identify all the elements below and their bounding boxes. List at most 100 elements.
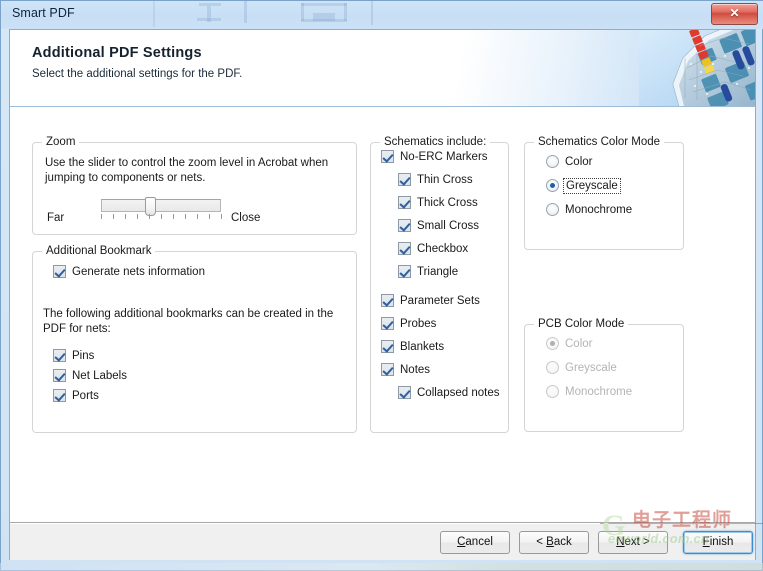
radio-schematics-monochrome[interactable]: Monochrome [546, 203, 632, 216]
bookmark-group-title: Additional Bookmark [42, 245, 156, 257]
checkbox-label: Collapsed notes [417, 386, 500, 399]
accelerator-char: B [546, 536, 554, 548]
checkbox-icon[interactable] [381, 150, 394, 163]
desktop-artifact [197, 18, 221, 21]
checkbox-icon[interactable] [53, 349, 66, 362]
zoom-slider[interactable]: Far Close [43, 197, 343, 229]
radio-icon[interactable] [546, 203, 559, 216]
checkbox-label: Pins [72, 349, 95, 362]
checkbox-icon[interactable] [53, 369, 66, 382]
pcb-color-mode-group: PCB Color Mode Color Greyscale Monochrome [524, 318, 684, 432]
radio-label: Greyscale [565, 361, 617, 374]
radio-pcb-greyscale: Greyscale [546, 361, 617, 374]
checkbox-net-labels[interactable]: Net Labels [53, 369, 127, 382]
checkbox-ports[interactable]: Ports [53, 389, 99, 402]
checkbox-icon[interactable] [381, 294, 394, 307]
checkbox-icon[interactable] [398, 242, 411, 255]
radio-label: Monochrome [565, 385, 633, 398]
back-button[interactable]: < Back [519, 531, 589, 554]
radio-icon[interactable] [546, 155, 559, 168]
finish-button[interactable]: Finish [683, 531, 753, 554]
checkbox-label: Small Cross [417, 219, 479, 232]
checkbox-label: Thin Cross [417, 173, 473, 186]
dialog-window: Smart PDF Additional PDF Settings Select… [0, 0, 763, 571]
slider-tick [149, 214, 150, 219]
radio-schematics-color[interactable]: Color [546, 155, 592, 168]
checkbox-icon[interactable] [381, 363, 394, 376]
checkbox-collapsed-notes[interactable]: Collapsed notes [398, 386, 499, 399]
checkbox-label: Parameter Sets [400, 294, 480, 307]
checkbox-label: Checkbox [417, 242, 469, 255]
window-title: Smart PDF [12, 6, 75, 20]
slider-tick [185, 214, 186, 219]
checkbox-icon[interactable] [398, 173, 411, 186]
checkbox-probes[interactable]: Probes [381, 317, 436, 330]
radio-icon [546, 361, 559, 374]
radio-label: Color [565, 337, 593, 350]
next-button[interactable]: Next > [598, 531, 668, 554]
checkbox-label: Probes [400, 317, 437, 330]
radio-icon[interactable] [546, 179, 559, 192]
close-icon[interactable] [711, 3, 758, 25]
slider-track[interactable] [101, 199, 221, 212]
schematics-include-group: Schematics include: No-ERC Markers Thin C… [370, 136, 509, 433]
slider-tick [113, 214, 114, 219]
checkbox-label: Blankets [400, 340, 445, 353]
desktop-bleed-strip [0, 563, 763, 571]
cancel-button[interactable]: Cancel [440, 531, 510, 554]
slider-tick [221, 214, 222, 219]
schematics-color-group-title: Schematics Color Mode [534, 136, 665, 148]
dialog-client-area: Additional PDF Settings Select the addit… [9, 29, 756, 560]
schematics-group-title: Schematics include: [380, 136, 491, 148]
zoom-group-title: Zoom [42, 136, 80, 148]
checkbox-icon[interactable] [398, 196, 411, 209]
checkbox-label: Net Labels [72, 369, 127, 382]
accelerator-char: F [702, 536, 710, 548]
desktop-artifact [153, 1, 155, 27]
checkbox-blankets[interactable]: Blankets [381, 340, 444, 353]
radio-pcb-color: Color [546, 337, 592, 350]
checkbox-label: Thick Cross [417, 196, 478, 209]
slider-ticks [101, 214, 222, 220]
checkbox-icon[interactable] [398, 219, 411, 232]
desktop-artifact [371, 1, 373, 25]
page-title: Additional PDF Settings [32, 45, 202, 61]
settings-body: Zoom Use the slider to control the zoom … [10, 107, 755, 521]
slider-tick [209, 214, 210, 219]
header-banner: Additional PDF Settings Select the addit… [10, 30, 755, 107]
checkbox-parameter-sets[interactable]: Parameter Sets [381, 294, 480, 307]
radio-icon [546, 385, 559, 398]
slider-tick [101, 214, 102, 219]
checkbox-thin-cross[interactable]: Thin Cross [398, 173, 473, 186]
slider-tick [125, 214, 126, 219]
accelerator-char: C [457, 536, 466, 548]
checkbox-icon[interactable] [381, 317, 394, 330]
checkbox-icon[interactable] [53, 389, 66, 402]
slider-close-label: Close [231, 212, 261, 224]
radio-label: Monochrome [565, 203, 633, 216]
desktop-artifact [301, 3, 347, 6]
slider-tick [161, 214, 162, 219]
radio-label: Color [565, 155, 593, 168]
desktop-artifact [244, 1, 247, 23]
checkbox-icon[interactable] [381, 340, 394, 353]
checkbox-icon[interactable] [398, 386, 411, 399]
pcb-board-image [639, 30, 755, 106]
checkbox-pins[interactable]: Pins [53, 349, 94, 362]
checkbox-triangle[interactable]: Triangle [398, 265, 458, 278]
checkbox-label: Notes [400, 363, 431, 376]
checkbox-small-cross[interactable]: Small Cross [398, 219, 479, 232]
checkbox-no-erc-markers[interactable]: No-ERC Markers [381, 150, 488, 163]
checkbox-thick-cross[interactable]: Thick Cross [398, 196, 478, 209]
slider-far-label: Far [47, 212, 65, 224]
checkbox-icon[interactable] [398, 265, 411, 278]
title-bar: Smart PDF [1, 1, 763, 29]
checkbox-generate-nets-information[interactable]: Generate nets information [53, 265, 205, 278]
zoom-group: Zoom Use the slider to control the zoom … [32, 136, 357, 235]
checkbox-checkbox[interactable]: Checkbox [398, 242, 468, 255]
radio-schematics-greyscale[interactable]: Greyscale [546, 177, 621, 194]
bookmark-description: The following additional bookmarks can b… [43, 308, 334, 335]
checkbox-icon[interactable] [53, 265, 66, 278]
checkbox-notes[interactable]: Notes [381, 363, 430, 376]
accelerator-char: N [616, 536, 625, 548]
